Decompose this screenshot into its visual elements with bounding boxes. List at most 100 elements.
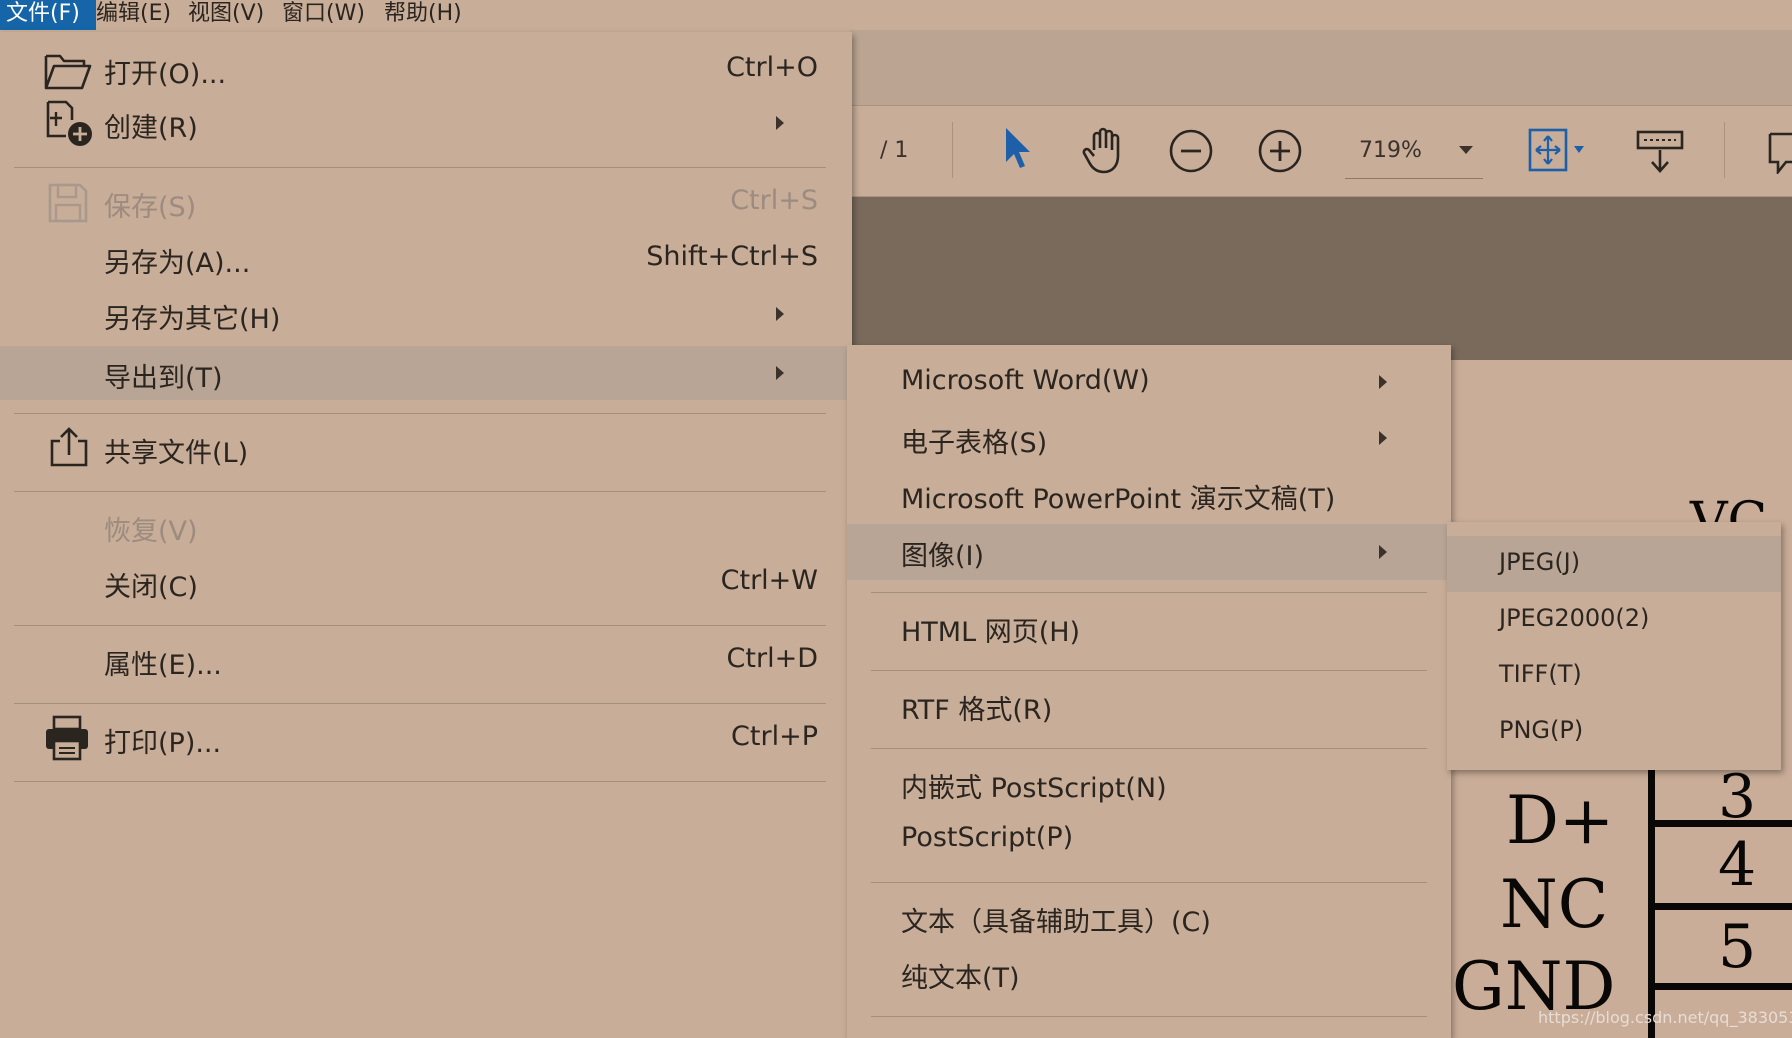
menu-item-share[interactable]: 共享文件(L)	[0, 423, 852, 473]
menu-item-postscript[interactable]: PostScript(P)	[847, 814, 1451, 864]
menu-item-label: 创建(R)	[104, 113, 198, 144]
submenu-arrow-icon	[776, 307, 784, 321]
menu-item-accessible-text[interactable]: 文本（具备辅助工具）(C)	[847, 892, 1451, 942]
zoom-out-icon[interactable]	[1168, 128, 1214, 174]
menu-item-label: 恢复(V)	[104, 516, 198, 547]
menu-item-shortcut: Ctrl+P	[731, 721, 818, 752]
menu-item-properties[interactable]: 属性(E)... Ctrl+D	[0, 635, 852, 685]
hand-tool-icon[interactable]	[1080, 126, 1130, 176]
menu-item-image[interactable]: 图像(I)	[847, 524, 1451, 580]
menu-item-label: 纯文本(T)	[901, 963, 1020, 994]
submenu-arrow-icon	[776, 366, 784, 380]
menu-item-jpeg[interactable]: JPEG(J)	[1447, 536, 1781, 592]
schematic-wire	[1648, 770, 1655, 1038]
schematic-label: NC	[1500, 866, 1609, 943]
menu-item-save: 保存(S) Ctrl+S	[0, 177, 852, 227]
menu-item-png[interactable]: PNG(P)	[1447, 706, 1781, 758]
menu-item-label: HTML 网页(H)	[901, 617, 1081, 648]
menu-item-rtf[interactable]: RTF 格式(R)	[847, 680, 1451, 730]
menu-item-shortcut: Ctrl+S	[730, 185, 818, 216]
menu-item-label: JPEG2000(2)	[1499, 604, 1650, 632]
menu-separator	[14, 491, 826, 492]
menu-item-close[interactable]: 关闭(C) Ctrl+W	[0, 557, 852, 607]
menu-item-save-as-other[interactable]: 另存为其它(H)	[0, 289, 852, 339]
menu-item-shortcut: Ctrl+W	[720, 565, 818, 596]
share-icon	[50, 427, 88, 467]
menu-item-label: 关闭(C)	[104, 572, 198, 603]
folder-open-icon	[44, 54, 92, 90]
menu-item-spreadsheet[interactable]: 电子表格(S)	[847, 413, 1451, 463]
menu-item-label: PNG(P)	[1499, 716, 1584, 744]
menu-separator	[14, 167, 826, 168]
zoom-value: 719%	[1359, 138, 1422, 163]
menu-item-print[interactable]: 打印(P)... Ctrl+P	[0, 713, 852, 763]
menu-item-label: 共享文件(L)	[104, 438, 249, 469]
menu-item-shortcut: Ctrl+O	[726, 52, 818, 83]
image-submenu: JPEG(J) JPEG2000(2) TIFF(T) PNG(P)	[1447, 522, 1781, 770]
menu-item-create[interactable]: 创建(R)	[0, 98, 852, 148]
menubar-view[interactable]: 视图(V)	[182, 0, 270, 30]
watermark: https://blog.csdn.net/qq_38305370	[1538, 1008, 1792, 1027]
read-mode-icon[interactable]	[1636, 128, 1684, 176]
schematic-pin-number: 3	[1718, 762, 1757, 832]
menu-item-revert: 恢复(V)	[0, 501, 852, 551]
menu-separator	[14, 625, 826, 626]
menu-item-label: 打印(P)...	[104, 728, 222, 759]
menu-item-embedded-postscript[interactable]: 内嵌式 PostScript(N)	[847, 758, 1451, 808]
menu-item-label: 内嵌式 PostScript(N)	[901, 773, 1167, 804]
menubar-help[interactable]: 帮助(H)	[378, 0, 468, 30]
menu-item-open[interactable]: 打开(O)... Ctrl+O	[0, 44, 852, 94]
zoom-in-icon[interactable]	[1257, 128, 1303, 174]
submenu-arrow-icon	[1379, 545, 1387, 559]
menu-item-plain-text[interactable]: 纯文本(T)	[847, 948, 1451, 998]
menu-item-export-to[interactable]: 导出到(T)	[0, 346, 852, 400]
menu-item-label: TIFF(T)	[1499, 660, 1582, 688]
menu-item-label: 导出到(T)	[104, 363, 223, 394]
zoom-dropdown[interactable]: 719%	[1345, 128, 1483, 179]
export-submenu: Microsoft Word(W) 电子表格(S) Microsoft Powe…	[847, 345, 1451, 1038]
save-icon	[48, 183, 88, 223]
menu-separator	[871, 670, 1427, 671]
menu-item-shortcut: Shift+Ctrl+S	[646, 241, 818, 272]
menu-item-shortcut: Ctrl+D	[726, 643, 818, 674]
submenu-arrow-icon	[776, 116, 784, 130]
menu-item-label: RTF 格式(R)	[901, 695, 1053, 726]
schematic-wire	[1655, 983, 1792, 990]
menu-item-html[interactable]: HTML 网页(H)	[847, 602, 1451, 652]
menu-item-jpeg2000[interactable]: JPEG2000(2)	[1447, 594, 1781, 646]
menu-item-save-as[interactable]: 另存为(A)... Shift+Ctrl+S	[0, 233, 852, 283]
submenu-arrow-icon	[1379, 431, 1387, 445]
select-tool-icon[interactable]	[1000, 126, 1036, 172]
page-count: / 1	[880, 138, 909, 163]
menu-item-label: 图像(I)	[901, 541, 985, 572]
submenu-arrow-icon	[1379, 375, 1387, 389]
menu-item-label: 保存(S)	[104, 192, 197, 223]
menu-separator	[871, 592, 1427, 593]
menu-separator	[871, 1016, 1427, 1017]
schematic-pin-number: 4	[1718, 830, 1757, 900]
menu-item-label: 打开(O)...	[104, 59, 227, 90]
menu-item-word[interactable]: Microsoft Word(W)	[847, 357, 1451, 407]
fit-page-icon[interactable]	[1528, 126, 1590, 176]
menu-item-label: JPEG(J)	[1499, 548, 1581, 576]
menubar-edit[interactable]: 编辑(E)	[90, 0, 177, 30]
menu-separator	[14, 413, 826, 414]
menu-item-powerpoint[interactable]: Microsoft PowerPoint 演示文稿(T)	[847, 469, 1451, 519]
menu-item-label: 另存为其它(H)	[104, 304, 281, 335]
menu-item-label: PostScript(P)	[901, 822, 1074, 853]
toolbar-divider	[952, 122, 953, 178]
menu-item-label: 属性(E)...	[104, 650, 222, 681]
tab-bar	[850, 30, 1792, 106]
menu-item-label: 文本（具备辅助工具）(C)	[901, 907, 1211, 938]
schematic-pin-number: 5	[1718, 912, 1757, 982]
menubar-file[interactable]: 文件(F)	[0, 0, 96, 30]
menu-item-label: 电子表格(S)	[901, 428, 1048, 459]
create-pdf-icon	[46, 100, 92, 146]
menu-item-label: Microsoft Word(W)	[901, 365, 1150, 396]
menu-item-tiff[interactable]: TIFF(T)	[1447, 650, 1781, 702]
schematic-wire	[1655, 903, 1792, 910]
toolbar-divider	[1724, 122, 1725, 178]
menubar-window[interactable]: 窗口(W)	[276, 0, 371, 30]
comment-icon[interactable]	[1766, 128, 1792, 174]
menu-item-label: Microsoft PowerPoint 演示文稿(T)	[901, 484, 1336, 515]
